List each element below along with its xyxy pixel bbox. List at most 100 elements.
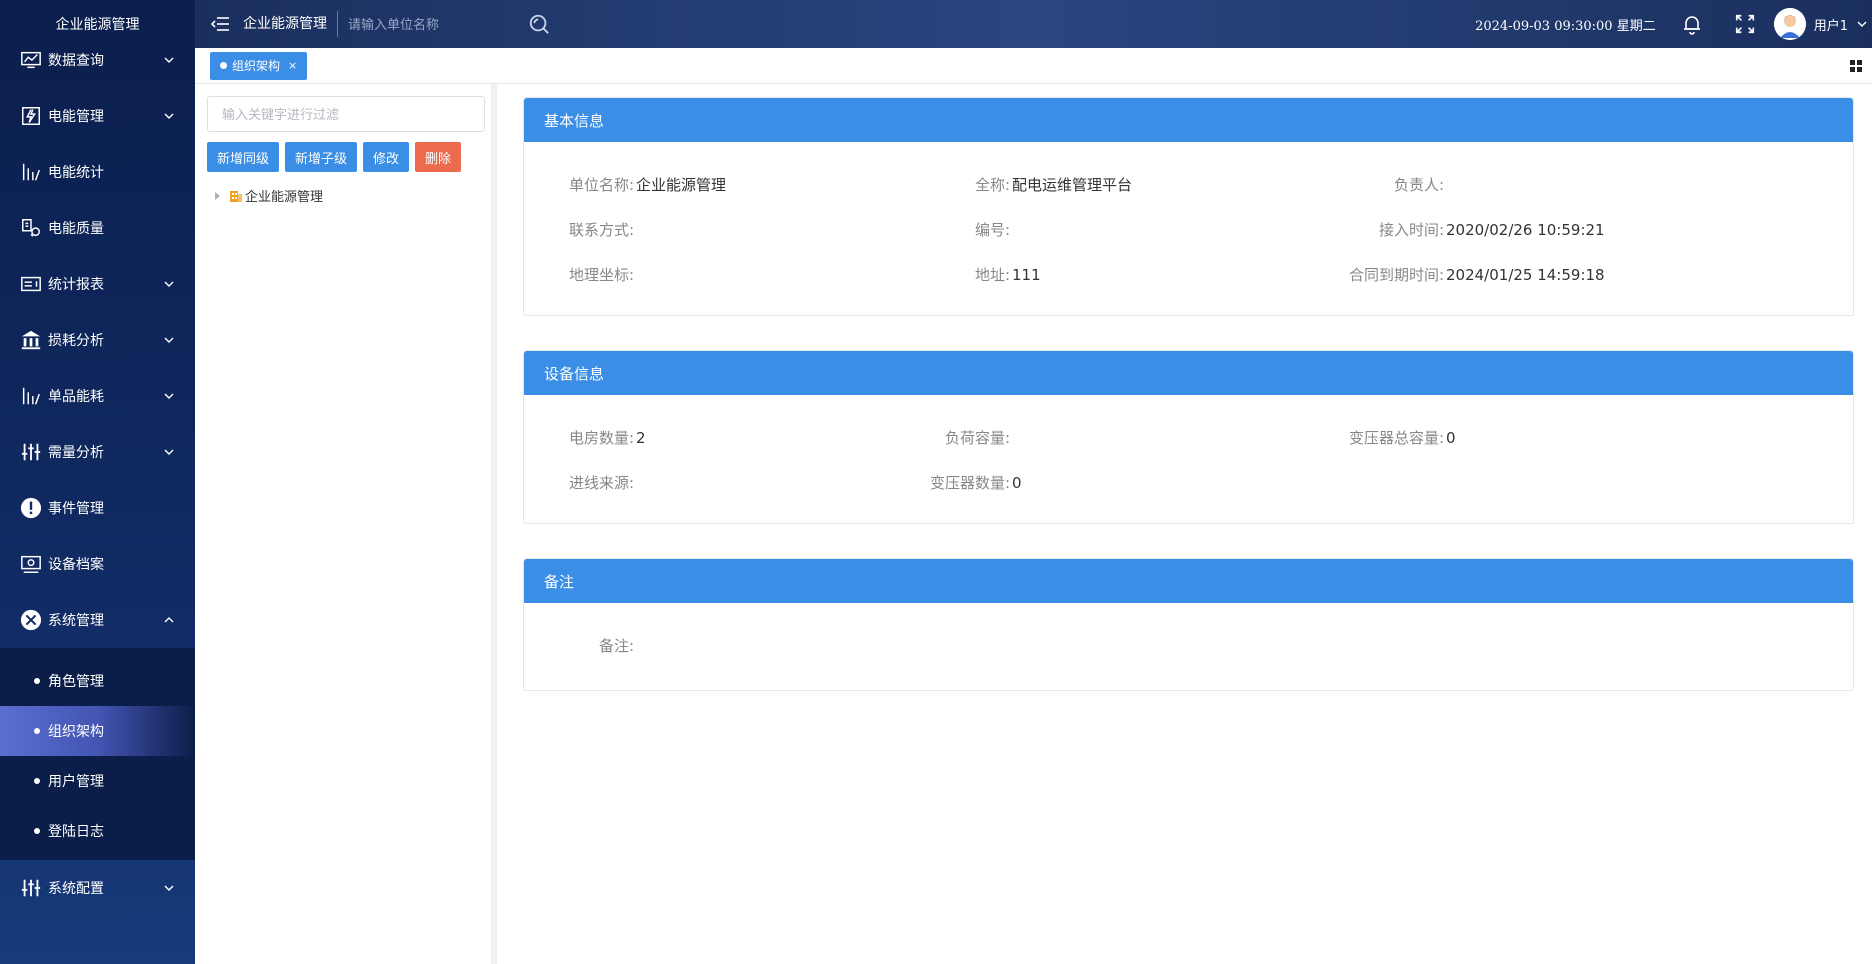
bullet-icon: [34, 678, 40, 684]
bar-stats-icon: [18, 383, 44, 409]
avatar[interactable]: [1773, 8, 1806, 40]
info-cell: 合同到期时间: 2024/01/25 14:59:18: [1274, 264, 1605, 285]
edit-button[interactable]: 修改: [363, 142, 410, 172]
sidebar-item-demand-analysis[interactable]: 需量分析: [0, 424, 195, 480]
sidebar-item-label: 系统管理: [48, 613, 104, 629]
card-body: 电房数量: 2 负荷容量: 变压器总容量: 0 进线来源: 变压器数量: 0: [524, 395, 1853, 523]
add-sibling-button[interactable]: 新增同级: [207, 142, 280, 172]
field-label: 单位名称:: [568, 176, 634, 194]
search-icon[interactable]: [528, 13, 550, 35]
sidebar-item-system-manage[interactable]: 系统管理: [0, 592, 195, 648]
delete-button[interactable]: 删除: [415, 142, 462, 172]
sidebar-menu: 数据查询 电能管理 电能统计 电能质量 统计报表 损耗分析 单品能耗 需量分析 …: [0, 32, 195, 648]
tree-node-root[interactable]: 企业能源管理: [207, 186, 479, 205]
tab-dot-icon: [220, 62, 227, 69]
add-child-button[interactable]: 新增子级: [285, 142, 358, 172]
field-label: 进线来源:: [568, 474, 634, 492]
search-input[interactable]: [338, 11, 508, 37]
info-row: 电房数量: 2 负荷容量: 变压器总容量: 0: [524, 415, 1853, 460]
system-submenu: 角色管理 组织架构 用户管理 登陆日志: [0, 648, 195, 860]
building-icon: [230, 190, 242, 202]
sidebar-item-power-manage[interactable]: 电能管理: [0, 88, 195, 144]
electric-meter-icon: [18, 103, 44, 129]
sidebar-item-label: 电能管理: [48, 109, 104, 125]
field-label: 联系方式:: [568, 221, 634, 239]
tree-node-label: 企业能源管理: [245, 190, 324, 205]
tree-filter-input[interactable]: [207, 96, 485, 132]
info-cell: 电房数量: 2: [524, 427, 884, 448]
menu-toggle-icon[interactable]: [211, 15, 231, 33]
sidebar-item-label: 单品能耗: [48, 389, 104, 405]
sidebar-sub-login-log[interactable]: 登陆日志: [0, 806, 195, 856]
top-header: 企业能源管理 2024-09-03 09:30:00 星期二 用户1: [195, 0, 1872, 48]
sidebar-item-label: 统计报表: [48, 277, 104, 293]
field-value: 配电运维管理平台: [1012, 176, 1133, 194]
chevron-down-icon: [164, 113, 174, 119]
bar-stats-icon: [18, 159, 44, 185]
chevron-down-icon: [164, 57, 174, 63]
info-cell: 变压器数量: 0: [884, 472, 1274, 493]
sidebar-item-power-quality[interactable]: 电能质量: [0, 200, 195, 256]
chevron-down-icon: [164, 281, 174, 287]
sidebar-sub-role-manage[interactable]: 角色管理: [0, 656, 195, 706]
device-info-card: 设备信息 电房数量: 2 负荷容量: 变压器总容量: 0 进线来源: 变压器数量: 0: [523, 350, 1854, 524]
tab-bar: 组织架构 ×: [195, 48, 1872, 84]
card-title: 备注: [524, 559, 1853, 603]
sidebar-item-label: 数据查询: [48, 53, 104, 69]
sidebar-sub-org-structure[interactable]: 组织架构: [0, 706, 195, 756]
close-icon[interactable]: ×: [288, 59, 297, 72]
field-value: 2024/01/25 14:59:18: [1446, 265, 1605, 284]
device-monitor-icon: [18, 551, 44, 577]
chevron-up-icon: [164, 617, 174, 623]
sidebar-item-label: 损耗分析: [48, 333, 104, 349]
info-row: 地理坐标: 地址: 111 合同到期时间: 2024/01/25 14:59:18: [524, 252, 1853, 297]
sidebar-item-data-query[interactable]: 数据查询: [0, 32, 195, 88]
sidebar-item-power-stats[interactable]: 电能统计: [0, 144, 195, 200]
sidebar-item-system-config[interactable]: 系统配置: [0, 860, 195, 916]
alert-circle-icon: [18, 495, 44, 521]
info-row: 单位名称: 企业能源管理 全称: 配电运维管理平台 负责人:: [524, 162, 1853, 207]
card-body: 单位名称: 企业能源管理 全称: 配电运维管理平台 负责人: 联系方式: 编号: 接…: [524, 142, 1853, 315]
header-right: 2024-09-03 09:30:00 星期二 用户1: [1475, 0, 1872, 48]
field-value: 2: [636, 428, 646, 447]
sidebar-sub-user-manage[interactable]: 用户管理: [0, 756, 195, 806]
chevron-down-icon: [164, 393, 174, 399]
expand-caret-icon[interactable]: [215, 191, 220, 200]
info-cell: 变压器总容量: 0: [1274, 427, 1456, 448]
sidebar-sub-label: 登陆日志: [48, 824, 104, 840]
sidebar-item-event-manage[interactable]: 事件管理: [0, 480, 195, 536]
sidebar: 企业能源管理 数据查询 电能管理 电能统计 电能质量 统计报表 损耗分析 单品能…: [0, 0, 195, 964]
card-body: 备注:: [524, 603, 1853, 690]
sidebar-item-report[interactable]: 统计报表: [0, 256, 195, 312]
field-value: 111: [1012, 265, 1041, 284]
info-cell: 编号:: [884, 219, 1274, 240]
chevron-down-icon: [164, 449, 174, 455]
sidebar-item-label: 事件管理: [48, 501, 104, 517]
sidebar-item-loss-analysis[interactable]: 损耗分析: [0, 312, 195, 368]
info-cell: 进线来源:: [524, 472, 884, 493]
sidebar-item-device-archive[interactable]: 设备档案: [0, 536, 195, 592]
field-label: 负荷容量:: [944, 429, 1010, 447]
chevron-down-icon[interactable]: [1856, 18, 1868, 30]
fullscreen-icon[interactable]: [1734, 13, 1756, 35]
tab-org-structure[interactable]: 组织架构 ×: [210, 51, 308, 80]
bell-icon[interactable]: [1680, 12, 1704, 36]
info-cell: 负荷容量:: [884, 427, 1274, 448]
tree-toolbar: 新增同级 新增子级 修改 删除: [207, 142, 479, 172]
current-datetime: 2024-09-03 09:30:00 星期二: [1475, 18, 1656, 34]
bullet-icon: [34, 828, 40, 834]
bullet-icon: [34, 778, 40, 784]
card-title: 设备信息: [524, 351, 1853, 395]
info-row: 联系方式: 编号: 接入时间: 2020/02/26 10:59:21: [524, 207, 1853, 252]
bank-building-icon: [18, 327, 44, 353]
bullet-icon: [34, 728, 40, 734]
chevron-down-icon: [164, 885, 174, 891]
info-cell: 接入时间: 2020/02/26 10:59:21: [1274, 219, 1605, 240]
field-label: 全称:: [974, 176, 1010, 194]
sidebar-sub-label: 角色管理: [48, 674, 104, 690]
grid-icon[interactable]: [1850, 60, 1862, 72]
chevron-down-icon: [164, 337, 174, 343]
username[interactable]: 用户1: [1814, 15, 1848, 34]
sidebar-item-product-energy[interactable]: 单品能耗: [0, 368, 195, 424]
sidebar-sub-label: 组织架构: [48, 724, 104, 740]
